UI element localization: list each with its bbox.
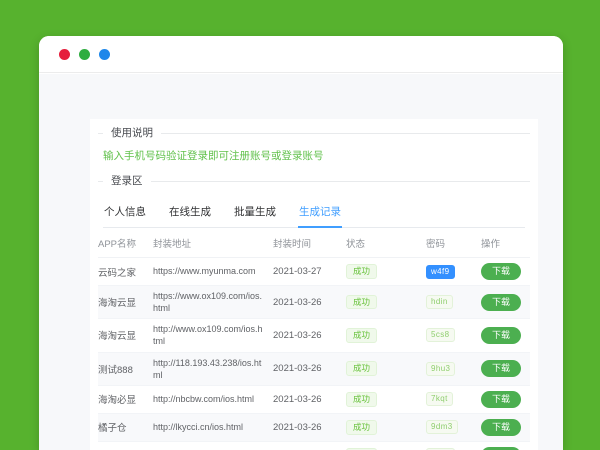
header-status: 状态 [346, 236, 426, 250]
password-code-badge[interactable]: 5cs8 [426, 328, 455, 342]
header-package-url: 封装地址 [153, 236, 273, 250]
action-cell: 下载 [481, 263, 530, 280]
download-button[interactable]: 下载 [481, 263, 521, 280]
tab-bar: 个人信息 在线生成 批量生成 生成记录 [103, 198, 525, 228]
table-row: 海淘云显 https://www.ox109.com/ios.html 2021… [98, 286, 530, 319]
action-cell: 下载 [481, 391, 530, 408]
tab-batch-generate[interactable]: 批量生成 [233, 199, 277, 228]
password-cell: w4f9 [426, 265, 481, 279]
header-package-time: 封装时间 [273, 236, 346, 250]
status-badge: 成功 [346, 361, 377, 376]
table-row: 橘子仓 http://lkycci.cn/ios.html 2021-03-26… [98, 414, 530, 442]
app-name-cell: 海淘必显 [98, 392, 153, 406]
password-cell: 9dm3 [426, 420, 481, 434]
usage-note: 输入手机号码验证登录即可注册账号或登录账号 [103, 148, 525, 163]
action-cell: 下载 [481, 327, 530, 344]
header-app-name: APP名称 [98, 236, 153, 250]
page-background: 使用说明 输入手机号码验证登录即可注册账号或登录账号 登录区 个人信息 在线生成… [39, 74, 563, 450]
status-cell: 成功 [346, 392, 426, 407]
status-cell: 成功 [346, 264, 426, 279]
package-url-cell: http://lkycci.cn/ios.html [153, 421, 273, 433]
package-url-cell: https://www.myunma.com [153, 265, 273, 277]
records-table: APP名称 封装地址 封装时间 状态 密码 操作 云码之家 https://ww… [98, 228, 530, 450]
password-cell: 9hu3 [426, 362, 481, 376]
status-badge: 成功 [346, 392, 377, 407]
package-time-cell: 2021-03-27 [273, 266, 346, 277]
package-url-cell: http://118.193.43.238/ios.html [153, 357, 273, 381]
package-url-cell: http://nbcbw.com/ios.html [153, 393, 273, 405]
download-button[interactable]: 下载 [481, 360, 521, 377]
status-badge: 成功 [346, 295, 377, 310]
password-code-badge[interactable]: 9hu3 [426, 362, 455, 376]
login-section-divider: 登录区 [98, 174, 530, 187]
package-time-cell: 2021-03-26 [273, 363, 346, 374]
table-row: 海淘云显 http://www.ox109.com/ios.html 2021-… [98, 319, 530, 352]
status-badge: 成功 [346, 264, 377, 279]
password-cell: hdin [426, 295, 481, 309]
action-cell: 下载 [481, 419, 530, 436]
table-row: 云码之家 https://www.myunma.com 2021-03-27 成… [98, 258, 530, 286]
browser-window: 使用说明 输入手机号码验证登录即可注册账号或登录账号 登录区 个人信息 在线生成… [39, 36, 563, 450]
package-time-cell: 2021-03-26 [273, 297, 346, 308]
package-time-cell: 2021-03-26 [273, 394, 346, 405]
app-name-cell: 海淘云显 [98, 328, 153, 342]
app-name-cell: 测试888 [98, 362, 153, 376]
package-url-cell: http://www.ox109.com/ios.html [153, 323, 273, 347]
login-section-title: 登录区 [103, 175, 151, 188]
package-time-cell: 2021-03-26 [273, 330, 346, 341]
table-row: 测试888 http://118.193.43.238/ios.html 202… [98, 353, 530, 386]
app-name-cell: 海淘云显 [98, 295, 153, 309]
status-badge: 成功 [346, 328, 377, 343]
tab-generate-records[interactable]: 生成记录 [298, 199, 342, 228]
content-card: 使用说明 输入手机号码验证登录即可注册账号或登录账号 登录区 个人信息 在线生成… [90, 119, 538, 450]
header-action: 操作 [481, 236, 530, 250]
download-button[interactable]: 下载 [481, 294, 521, 311]
traffic-dot-red-icon[interactable] [59, 49, 70, 60]
action-cell: 下载 [481, 294, 530, 311]
download-button[interactable]: 下载 [481, 419, 521, 436]
browser-toolbar [39, 36, 563, 73]
status-cell: 成功 [346, 295, 426, 310]
divider-line [98, 181, 530, 182]
password-cell: 5cs8 [426, 328, 481, 342]
table-body: 云码之家 https://www.myunma.com 2021-03-27 成… [98, 258, 530, 450]
divider-line [98, 133, 530, 134]
status-badge: 成功 [346, 420, 377, 435]
package-url-cell: https://www.ox109.com/ios.html [153, 290, 273, 314]
tab-online-generate[interactable]: 在线生成 [168, 199, 212, 228]
traffic-dot-green-icon[interactable] [79, 49, 90, 60]
table-row: 海淘必显 http://nbcbw.com/ios.html 2021-03-2… [98, 386, 530, 414]
usage-section-divider: 使用说明 [98, 126, 530, 139]
header-password: 密码 [426, 236, 481, 250]
package-time-cell: 2021-03-26 [273, 422, 346, 433]
table-header-row: APP名称 封装地址 封装时间 状态 密码 操作 [98, 228, 530, 258]
app-name-cell: 橘子仓 [98, 420, 153, 434]
download-button[interactable]: 下载 [481, 391, 521, 408]
status-cell: 成功 [346, 361, 426, 376]
action-cell: 下载 [481, 360, 530, 377]
download-button[interactable]: 下载 [481, 327, 521, 344]
password-cell: 7kqt [426, 392, 481, 406]
usage-section-title: 使用说明 [103, 127, 161, 140]
password-code-badge[interactable]: hdin [426, 295, 453, 309]
traffic-dot-blue-icon[interactable] [99, 49, 110, 60]
table-row: 桔子仓 http://lkycci.cn/ios.html 2021-03-26… [98, 442, 530, 450]
status-cell: 成功 [346, 328, 426, 343]
password-code-badge[interactable]: w4f9 [426, 265, 455, 279]
app-name-cell: 云码之家 [98, 265, 153, 279]
tab-personal-info[interactable]: 个人信息 [103, 199, 147, 228]
password-code-badge[interactable]: 9dm3 [426, 420, 458, 434]
password-code-badge[interactable]: 7kqt [426, 392, 453, 406]
status-cell: 成功 [346, 420, 426, 435]
